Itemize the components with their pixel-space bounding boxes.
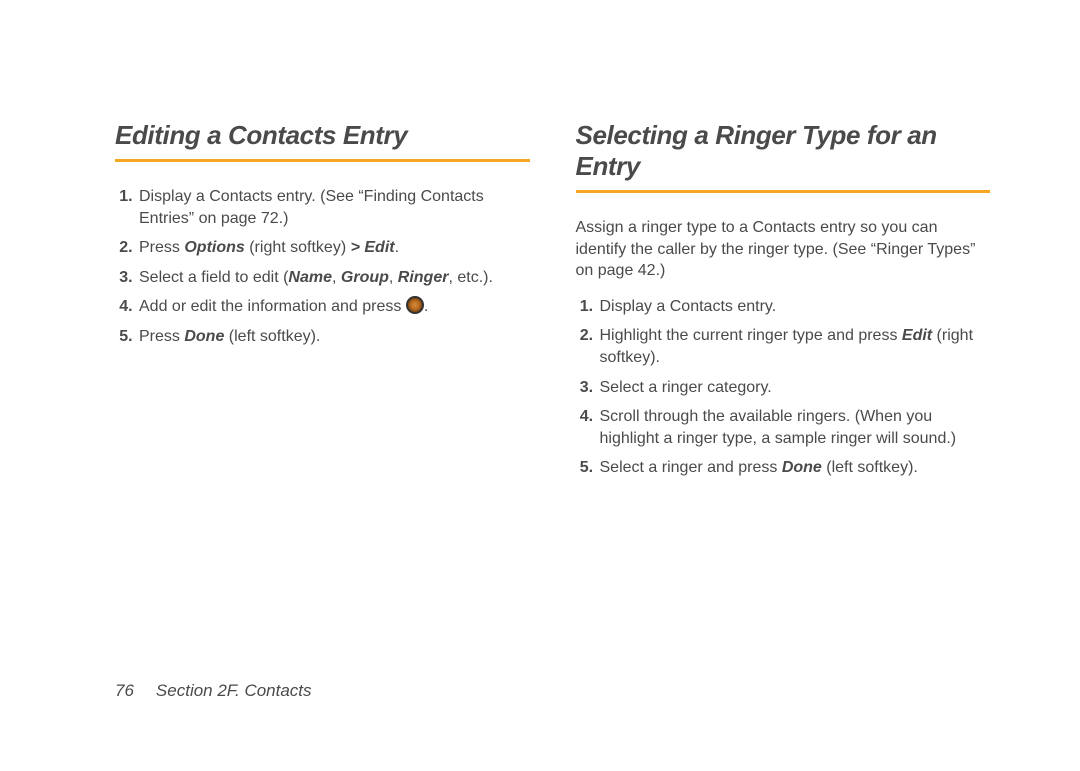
page-footer: 76 Section 2F. Contacts <box>115 681 312 701</box>
step-item: Display a Contacts entry. (See “Finding … <box>137 186 530 229</box>
center-key-icon <box>406 296 424 314</box>
steps-list-ringer: Display a Contacts entry. Highlight the … <box>576 296 991 479</box>
steps-list-editing: Display a Contacts entry. (See “Finding … <box>115 186 530 348</box>
field-name: Name <box>288 269 332 286</box>
ui-label-options: Options <box>184 239 244 256</box>
intro-paragraph: Assign a ringer type to a Contacts entry… <box>576 217 991 282</box>
step-item: Highlight the current ringer type and pr… <box>598 325 991 368</box>
step-text: (left softkey). <box>224 328 320 345</box>
field-group: Group <box>341 269 389 286</box>
step-item: Display a Contacts entry. <box>598 296 991 318</box>
step-text: , <box>332 269 341 286</box>
section-label: Section 2F. Contacts <box>156 681 312 700</box>
accent-bar <box>115 159 530 162</box>
step-text: Display a Contacts entry. (See “Finding … <box>139 188 484 227</box>
step-item: Press Done (left softkey). <box>137 326 530 348</box>
step-text: Press <box>139 239 184 256</box>
heading-editing-contacts: Editing a Contacts Entry <box>115 120 530 151</box>
step-text: . <box>395 239 399 256</box>
step-text: Add or edit the information and press <box>139 298 406 315</box>
step-item: Press Options (right softkey) > Edit. <box>137 237 530 259</box>
step-text: Select a ringer category. <box>600 379 772 396</box>
heading-selecting-ringer: Selecting a Ringer Type for an Entry <box>576 120 991 182</box>
step-item: Add or edit the information and press . <box>137 296 530 318</box>
step-text: Press <box>139 328 184 345</box>
accent-bar <box>576 190 991 193</box>
step-item: Select a ringer category. <box>598 377 991 399</box>
step-item: Select a field to edit (Name, Group, Rin… <box>137 267 530 289</box>
ui-label-done: Done <box>782 459 822 476</box>
right-column: Selecting a Ringer Type for an Entry Ass… <box>576 120 991 771</box>
step-text: , <box>389 269 398 286</box>
step-item: Scroll through the available ringers. (W… <box>598 406 991 449</box>
page-number: 76 <box>115 681 134 700</box>
step-item: Select a ringer and press Done (left sof… <box>598 457 991 479</box>
step-text: Scroll through the available ringers. (W… <box>600 408 957 447</box>
document-page: Editing a Contacts Entry Display a Conta… <box>0 0 1080 771</box>
step-text: , etc.). <box>448 269 492 286</box>
step-text: . <box>424 298 428 315</box>
step-text: (right softkey) <box>245 239 351 256</box>
ui-label-edit: > Edit <box>351 239 395 256</box>
step-text: (left softkey). <box>822 459 918 476</box>
ui-label-done: Done <box>184 328 224 345</box>
step-text: Select a ringer and press <box>600 459 782 476</box>
field-ringer: Ringer <box>398 269 449 286</box>
left-column: Editing a Contacts Entry Display a Conta… <box>115 120 530 771</box>
step-text: Select a field to edit ( <box>139 269 288 286</box>
step-text: Highlight the current ringer type and pr… <box>600 327 902 344</box>
ui-label-edit: Edit <box>902 327 932 344</box>
step-text: Display a Contacts entry. <box>600 298 777 315</box>
